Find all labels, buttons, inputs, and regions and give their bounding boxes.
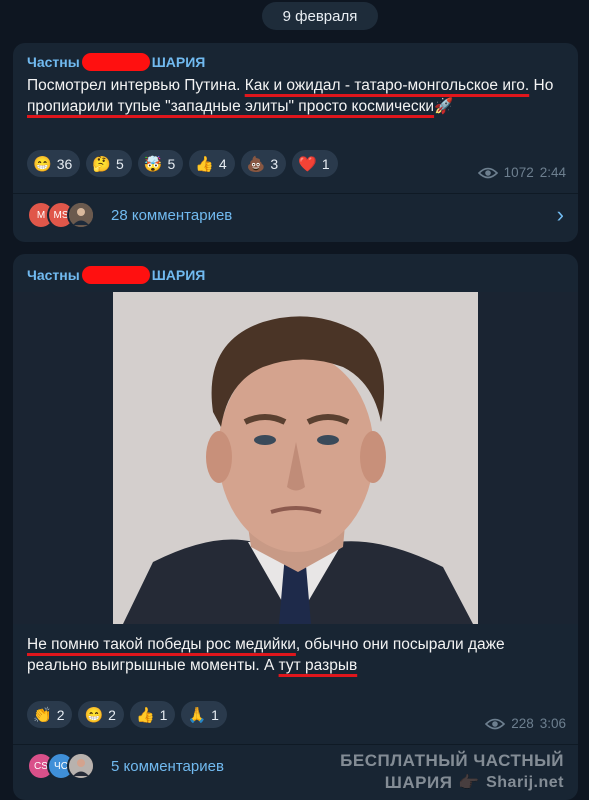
- grin-emoji: 😁: [33, 155, 52, 173]
- thumbs-up-emoji: 👍: [135, 706, 155, 724]
- avatar: [67, 201, 95, 229]
- reaction-chip[interactable]: 🤔 5: [86, 150, 132, 177]
- commenter-avatars: CS ЧС: [27, 752, 95, 780]
- reaction-chip[interactable]: 😁 36: [27, 150, 81, 177]
- text-segment: Но: [529, 77, 554, 94]
- channel-name-suffix: ШАРИЯ: [151, 54, 206, 70]
- watermark-line-2: ШАРИЯ 👉🏿 Sharij.net: [340, 772, 564, 794]
- reaction-chip[interactable]: 👍 1: [129, 701, 176, 728]
- channel-post[interactable]: Частны ШАРИЯ Посмотрел интервью Путина. …: [13, 43, 578, 242]
- channel-name[interactable]: Частны ШАРИЯ: [27, 53, 205, 71]
- grin-emoji: 😁: [84, 706, 104, 724]
- watermark-brand: ШАРИЯ: [384, 773, 453, 792]
- reaction-count: 1: [159, 706, 168, 723]
- pointing-hand-emoji: 👉🏿: [458, 773, 481, 792]
- reaction-chip[interactable]: 👏 2: [27, 701, 73, 728]
- underlined-segment: тут разрыв: [278, 657, 358, 674]
- text-segment: Посмотрел интервью Путина.: [27, 77, 245, 94]
- eye-icon: [477, 167, 498, 178]
- reaction-chip[interactable]: 💩 3: [240, 150, 287, 177]
- channel-post[interactable]: Частны ШАРИЯ Не помню такой победы рос м…: [13, 254, 578, 800]
- date-separator: 9 февраля: [262, 2, 378, 30]
- rocket-emoji: 🚀: [434, 98, 454, 115]
- pray-emoji: 🙏: [187, 706, 207, 724]
- post-text: Посмотрел интервью Путина. Как и ожидал …: [27, 75, 567, 117]
- portrait-image: [13, 292, 578, 624]
- post-meta: 1072 2:44: [477, 165, 566, 180]
- chevron-right-icon: ›: [556, 202, 564, 227]
- redaction-mark: [81, 266, 150, 284]
- view-count: 228: [511, 716, 534, 731]
- reaction-count: 3: [270, 155, 279, 172]
- clap-emoji: 👏: [33, 706, 52, 724]
- poop-emoji: 💩: [246, 155, 266, 173]
- post-time: 2:44: [539, 165, 566, 180]
- underlined-segment: Как и ожидал - татаро-монгольское иго.: [244, 77, 530, 94]
- post-photo[interactable]: [13, 292, 578, 624]
- channel-name-prefix: Частны: [27, 267, 80, 283]
- thinking-emoji: 🤔: [92, 155, 111, 173]
- watermark-line-1: БЕСПЛАТНЫЙ ЧАСТНЫЙ: [340, 751, 564, 770]
- channel-watermark: БЕСПЛАТНЫЙ ЧАСТНЫЙ ШАРИЯ 👉🏿 Sharij.net: [340, 750, 564, 794]
- avatar: [67, 752, 95, 780]
- view-count: 1072: [503, 165, 534, 180]
- person-photo-icon: [69, 203, 93, 227]
- reaction-count: 2: [108, 706, 116, 723]
- reaction-count: 5: [115, 155, 124, 172]
- reaction-count: 1: [211, 706, 219, 723]
- reaction-count: 5: [167, 155, 176, 172]
- comments-button[interactable]: M MS 28 комментариев ›: [27, 201, 564, 229]
- reaction-count: 36: [56, 155, 73, 172]
- reaction-chip[interactable]: 🤯 5: [137, 150, 184, 177]
- comments-label: 28 комментариев: [111, 206, 233, 224]
- date-label: 9 февраля: [282, 7, 358, 25]
- thumbs-up-emoji: 👍: [195, 155, 214, 173]
- reactions-bar: 👏 2 😁 2 👍 1 🙏 1: [27, 701, 227, 728]
- reaction-chip[interactable]: 👍 4: [189, 150, 235, 177]
- reaction-count: 1: [321, 155, 330, 172]
- post-text: Не помню такой победы рос медийки, обычн…: [27, 634, 567, 676]
- reaction-count: 2: [56, 706, 65, 723]
- heart-emoji: ❤️: [298, 155, 317, 173]
- reactions-bar: 😁 36 🤔 5 🤯 5 👍 4 💩 3 ❤️ 1: [27, 150, 338, 177]
- commenter-avatars: M MS: [27, 201, 95, 229]
- underlined-segment: пропиарили тупые "западные элиты" просто…: [27, 98, 435, 115]
- underlined-segment: Не помню такой победы рос медийки: [27, 636, 296, 653]
- reaction-chip[interactable]: 🙏 1: [181, 701, 227, 728]
- channel-name-suffix: ШАРИЯ: [151, 267, 206, 283]
- comments-label: 5 комментариев: [111, 757, 224, 775]
- reaction-chip[interactable]: 😁 2: [78, 701, 124, 728]
- reaction-chip[interactable]: ❤️ 1: [292, 150, 338, 177]
- divider: [13, 744, 578, 745]
- reaction-count: 4: [218, 155, 227, 172]
- eye-icon: [485, 718, 506, 729]
- channel-name[interactable]: Частны ШАРИЯ: [27, 266, 205, 284]
- redaction-mark: [81, 53, 150, 71]
- post-time: 3:06: [539, 716, 566, 731]
- divider: [13, 193, 578, 194]
- mind-blown-emoji: 🤯: [143, 155, 163, 173]
- watermark-site: Sharij.net: [486, 774, 564, 791]
- person-photo-icon: [69, 754, 93, 778]
- channel-name-prefix: Частны: [27, 54, 80, 70]
- post-meta: 228 3:06: [485, 716, 566, 731]
